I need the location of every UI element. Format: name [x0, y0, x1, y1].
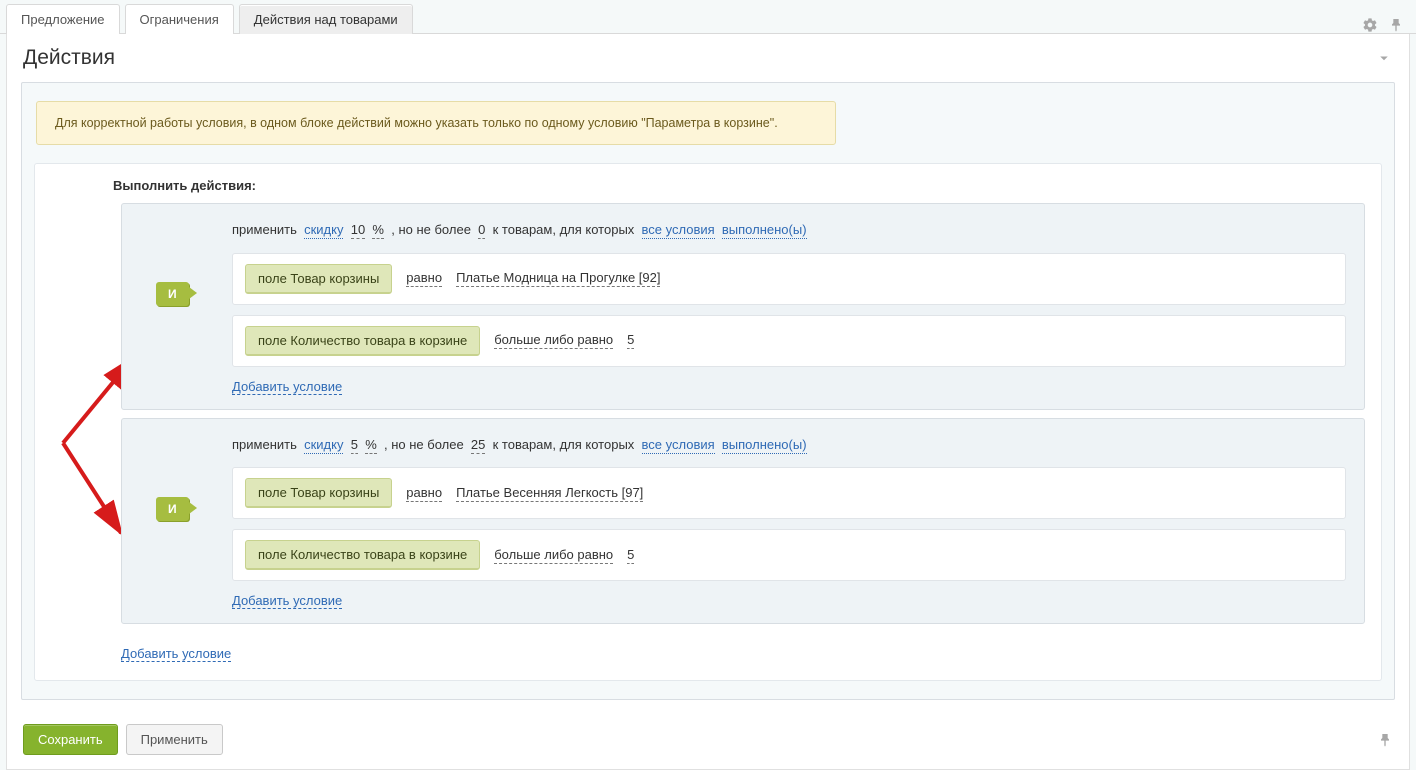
gear-icon[interactable] [1362, 17, 1378, 33]
condition-operator[interactable]: больше либо равно [494, 332, 613, 349]
all-conditions[interactable]: все условия [642, 437, 715, 454]
condition-row: поле Количество товара в корзине больше … [232, 529, 1346, 581]
condition-row: поле Товар корзины равно Платье Модница … [232, 253, 1346, 305]
word-but-not-more: , но не более [384, 437, 464, 452]
panel-body: Для корректной работы условия, в одном б… [21, 82, 1395, 700]
action-head-2: применить скидку 5 % , но не более 25 к … [232, 433, 1346, 458]
condition-row: поле Количество товара в корзине больше … [232, 315, 1346, 367]
tab-row: Предложение Ограничения Действия над тов… [0, 0, 1416, 34]
rules-col: И применить скидку 10 % , но не более 0 … [121, 203, 1365, 662]
condition-operator[interactable]: равно [406, 270, 442, 287]
save-button[interactable]: Сохранить [23, 724, 118, 755]
tab-offer[interactable]: Предложение [6, 4, 120, 34]
field-pill[interactable]: поле Товар корзины [245, 264, 392, 294]
discount-unit[interactable]: % [365, 437, 377, 454]
word-apply: применить [232, 222, 297, 237]
condition-operator[interactable]: равно [406, 485, 442, 502]
add-condition[interactable]: Добавить условие [232, 379, 342, 395]
field-pill[interactable]: поле Товар корзины [245, 478, 392, 508]
condition-value[interactable]: Платье Модница на Прогулке [92] [456, 270, 660, 287]
word-to-items: к товарам, для которых [493, 437, 635, 452]
pin-icon-footer[interactable] [1377, 732, 1393, 748]
apply-button[interactable]: Применить [126, 724, 223, 755]
add-action-block[interactable]: Добавить условие [121, 646, 231, 662]
word-apply: применить [232, 437, 297, 452]
and-badge[interactable]: И [156, 282, 189, 306]
pin-icon[interactable] [1388, 17, 1404, 33]
rules-title: Выполнить действия: [113, 178, 1365, 193]
tab-actions[interactable]: Действия над товарами [239, 4, 413, 34]
footer: Сохранить Применить [7, 714, 1409, 769]
discount-type[interactable]: скидку [304, 222, 343, 239]
page: Предложение Ограничения Действия над тов… [0, 0, 1416, 770]
field-pill[interactable]: поле Количество товара в корзине [245, 540, 480, 570]
discount-value[interactable]: 5 [351, 437, 358, 454]
panel-title: Действия [23, 46, 115, 70]
fulfilled[interactable]: выполнено(ы) [722, 222, 807, 239]
panel-head: Действия [7, 34, 1409, 76]
all-conditions[interactable]: все условия [642, 222, 715, 239]
condition-row: поле Товар корзины равно Платье Весенняя… [232, 467, 1346, 519]
tab-limits[interactable]: Ограничения [125, 4, 234, 34]
max-value[interactable]: 25 [471, 437, 485, 454]
collapse-icon[interactable] [1375, 49, 1393, 67]
add-condition[interactable]: Добавить условие [232, 593, 342, 609]
word-but-not-more: , но не более [391, 222, 471, 237]
and-badge[interactable]: И [156, 497, 189, 521]
word-to-items: к товарам, для которых [493, 222, 635, 237]
action-block-2: И применить скидку 5 % , но не более 25 … [121, 418, 1365, 625]
discount-value[interactable]: 10 [351, 222, 365, 239]
notice: Для корректной работы условия, в одном б… [36, 101, 836, 145]
action-block-1: И применить скидку 10 % , но не более 0 … [121, 203, 1365, 410]
discount-type[interactable]: скидку [304, 437, 343, 454]
max-value[interactable]: 0 [478, 222, 485, 239]
field-pill[interactable]: поле Количество товара в корзине [245, 326, 480, 356]
rules-outer: Выполнить действия: [34, 163, 1382, 681]
condition-operator[interactable]: больше либо равно [494, 547, 613, 564]
rules-area: И применить скидку 10 % , но не более 0 … [51, 203, 1365, 662]
condition-value[interactable]: 5 [627, 332, 634, 349]
condition-value[interactable]: 5 [627, 547, 634, 564]
tab-icons [1362, 11, 1416, 33]
discount-unit[interactable]: % [372, 222, 384, 239]
condition-value[interactable]: Платье Весенняя Легкость [97] [456, 485, 643, 502]
action-head-1: применить скидку 10 % , но не более 0 к … [232, 218, 1346, 243]
fulfilled[interactable]: выполнено(ы) [722, 437, 807, 454]
panel: Действия Для корректной работы условия, … [6, 34, 1410, 770]
